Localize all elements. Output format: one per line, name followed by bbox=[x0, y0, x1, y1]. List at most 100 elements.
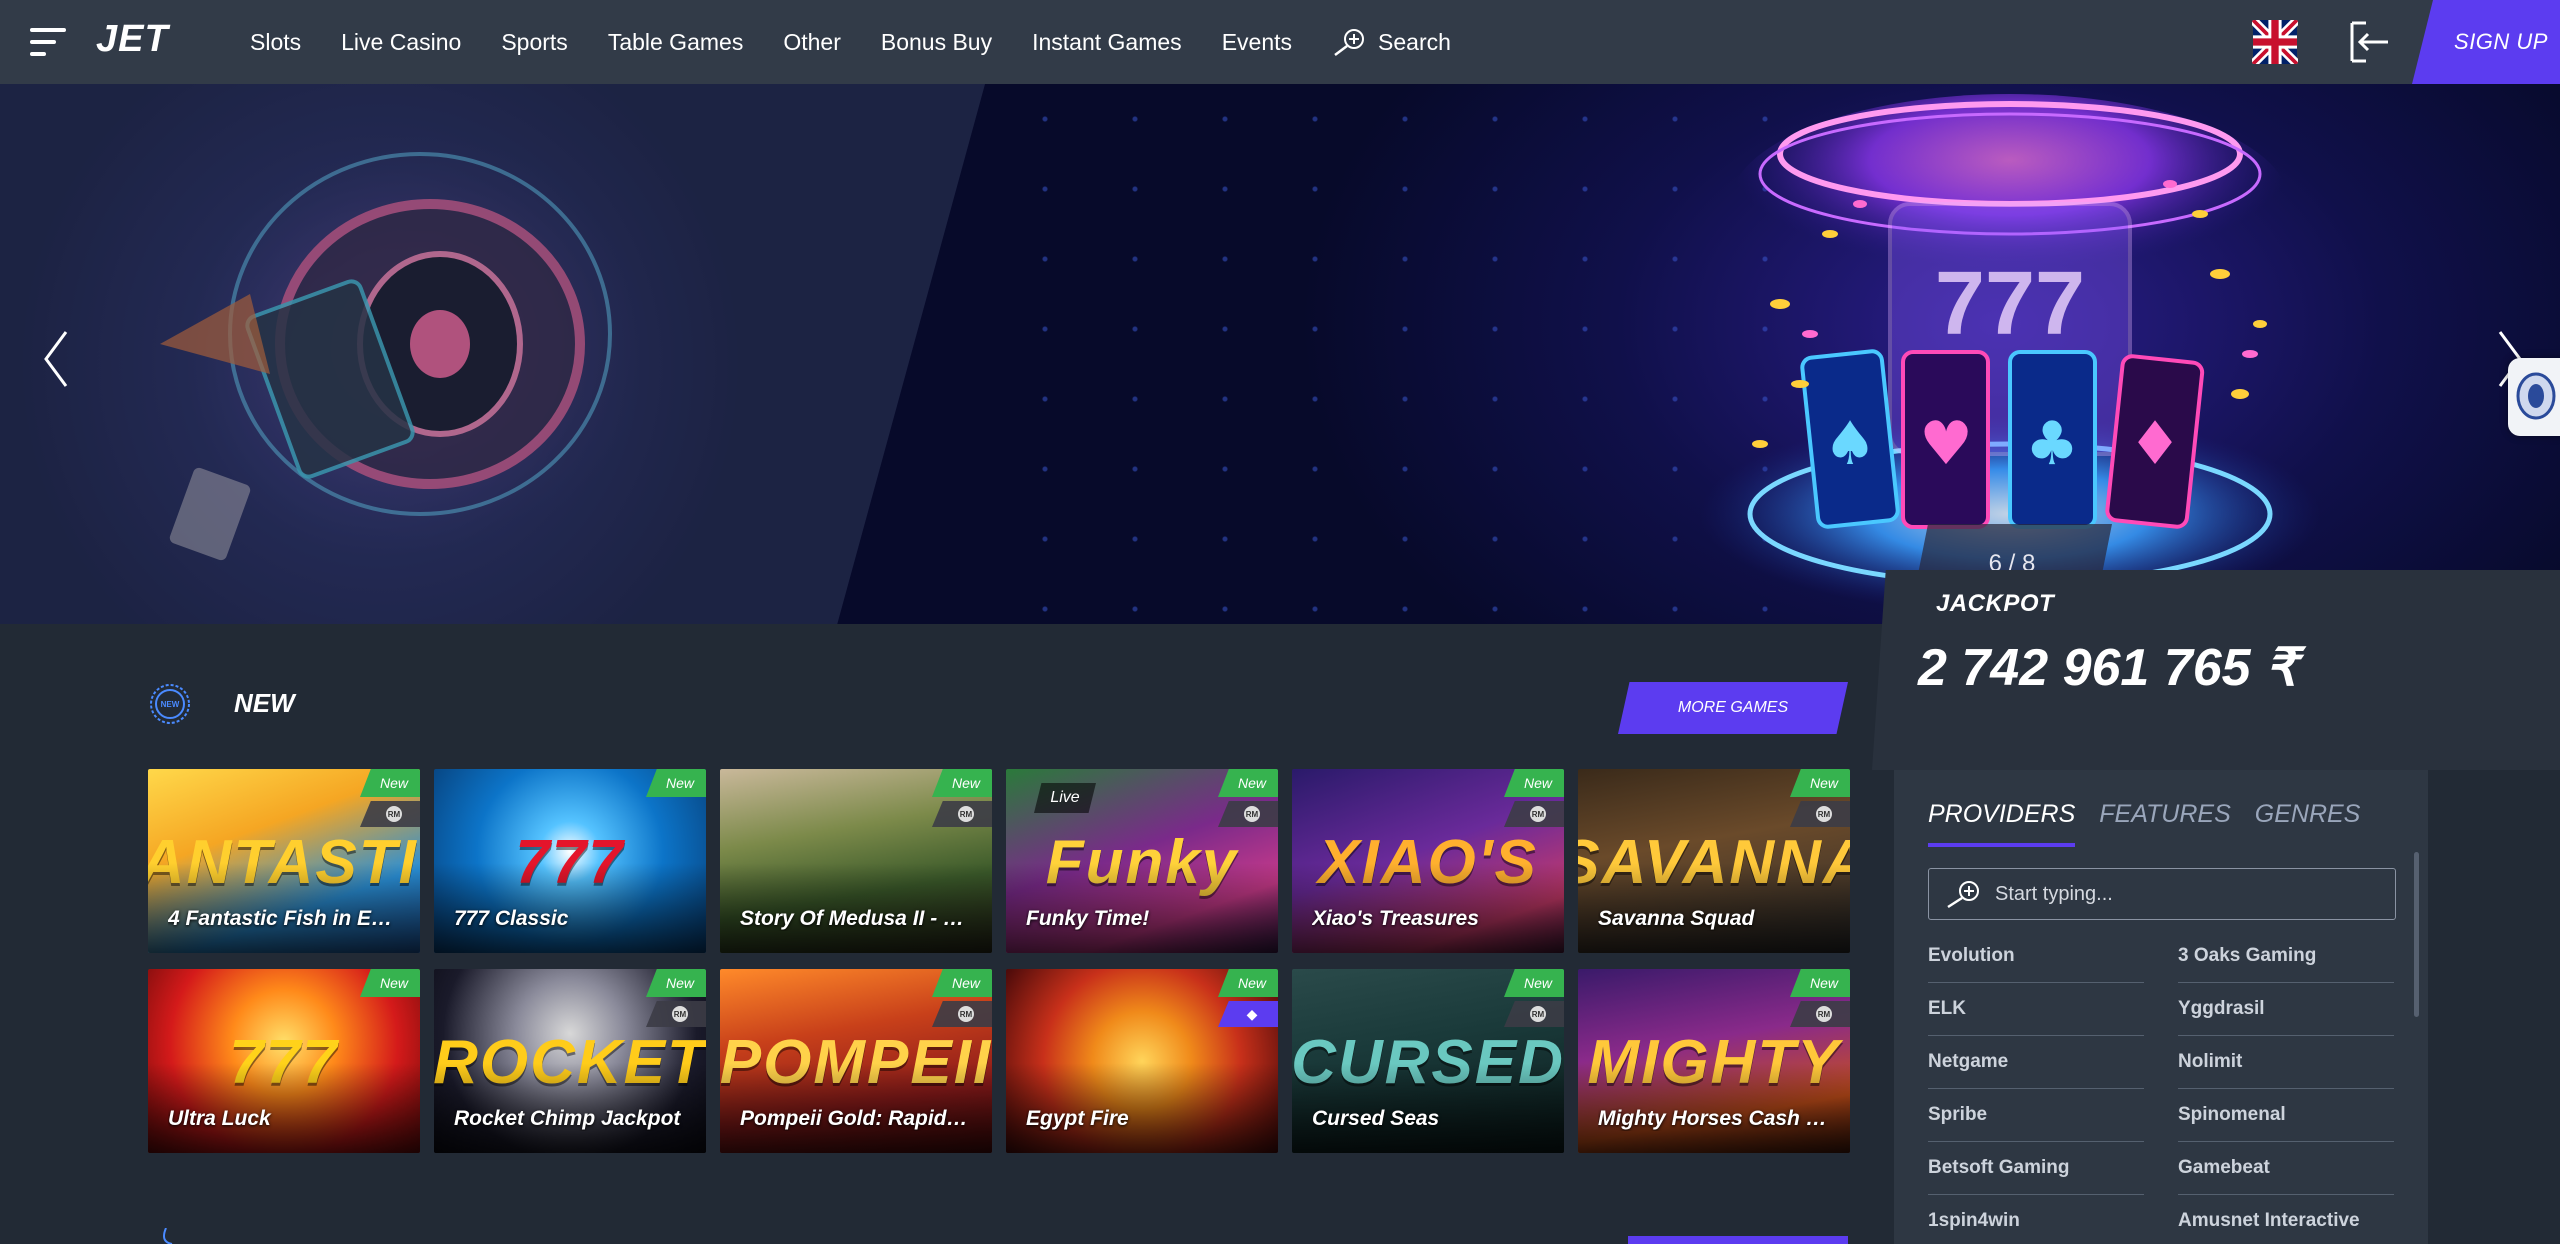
provider-item[interactable]: 3 Oaks Gaming bbox=[2178, 930, 2394, 983]
new-badge: New bbox=[360, 969, 420, 997]
provider-search-input[interactable] bbox=[1995, 882, 2375, 906]
game-title: Mighty Horses Cash C… bbox=[1598, 1107, 1828, 1130]
game-title: Ultra Luck bbox=[168, 1107, 271, 1130]
provider-item[interactable]: Betsoft Gaming bbox=[1928, 1142, 2144, 1195]
diamond-icon: ◆ bbox=[1218, 1001, 1278, 1027]
support-icon bbox=[2516, 372, 2556, 420]
game-card[interactable]: 777Ultra LuckNew bbox=[148, 969, 420, 1153]
nav-search[interactable]: Search bbox=[1332, 27, 1451, 57]
game-title: Funky Time! bbox=[1026, 907, 1150, 930]
new-badge: New bbox=[1218, 969, 1278, 997]
real-money-icon: RM bbox=[932, 801, 992, 827]
game-card[interactable]: CURSEDCursed SeasNewRM bbox=[1292, 969, 1564, 1153]
svg-text:777: 777 bbox=[1935, 254, 2085, 354]
tab-genres[interactable]: GENRES bbox=[2255, 800, 2361, 847]
nav-bonus-buy[interactable]: Bonus Buy bbox=[881, 29, 992, 56]
search-label: Search bbox=[1378, 28, 1451, 55]
provider-item[interactable]: Evolution bbox=[1928, 930, 2144, 983]
provider-item[interactable]: Gamebeat bbox=[2178, 1142, 2394, 1195]
game-card[interactable]: FunkyFunky Time!NewRMLive bbox=[1006, 769, 1278, 953]
nav-instant-games[interactable]: Instant Games bbox=[1032, 29, 1182, 56]
side-widget[interactable] bbox=[2508, 358, 2560, 436]
real-money-icon: RM bbox=[1790, 1001, 1850, 1027]
hero-left-overlay bbox=[0, 84, 985, 624]
next-section-more-button[interactable] bbox=[1628, 1236, 1848, 1244]
new-badge-text: NEW bbox=[161, 700, 180, 709]
game-card[interactable]: Egypt Fire New ◆ bbox=[1006, 969, 1278, 1153]
main-nav: Slots Live Casino Sports Table Games Oth… bbox=[250, 0, 1451, 84]
filter-panel: PROVIDERS FEATURES GENRES Evolution 3 Oak… bbox=[1894, 770, 2428, 1244]
game-card[interactable]: XIAO'SXiao's TreasuresNewRM bbox=[1292, 769, 1564, 953]
signup-button[interactable]: SIGN UP bbox=[2412, 0, 2560, 84]
game-title: 777 Classic bbox=[454, 907, 569, 930]
game-card[interactable]: 777777 ClassicNew bbox=[434, 769, 706, 953]
new-badge: New bbox=[1218, 769, 1278, 797]
menu-icon[interactable] bbox=[30, 26, 70, 58]
new-badge: New bbox=[646, 969, 706, 997]
game-card[interactable]: SAVANNASavanna SquadNewRM bbox=[1578, 769, 1850, 953]
logo[interactable]: JET bbox=[96, 18, 169, 61]
svg-text:♦: ♦ bbox=[2128, 409, 2182, 479]
top-header: JET Slots Live Casino Sports Table Games… bbox=[0, 0, 2560, 84]
provider-item[interactable]: Nolimit bbox=[2178, 1036, 2394, 1089]
provider-search-field[interactable] bbox=[1928, 868, 2396, 920]
filter-tabs: PROVIDERS FEATURES GENRES bbox=[1928, 800, 2384, 847]
game-title: Egypt Fire bbox=[1026, 1107, 1129, 1130]
jackpot-panel: JACKPOT 2 742 961 765 ₹ bbox=[1872, 570, 2560, 770]
provider-item[interactable]: Netgame bbox=[1928, 1036, 2144, 1089]
provider-item[interactable]: Spribe bbox=[1928, 1089, 2144, 1142]
chevron-left-icon[interactable] bbox=[36, 324, 76, 394]
real-money-icon: RM bbox=[360, 801, 420, 827]
real-money-icon: RM bbox=[1790, 801, 1850, 827]
hero-banner[interactable]: 777 ♠ ♥ ♣ ♦ 6 / 8 bbox=[0, 84, 2560, 624]
new-badge: New bbox=[1790, 969, 1850, 997]
game-title: Rocket Chimp Jackpot bbox=[454, 1107, 681, 1130]
new-badge: New bbox=[646, 769, 706, 797]
svg-text:♥: ♥ bbox=[1919, 409, 1973, 479]
tab-features[interactable]: FEATURES bbox=[2099, 800, 2231, 847]
provider-item[interactable]: Spinomenal bbox=[2178, 1089, 2394, 1142]
nav-slots[interactable]: Slots bbox=[250, 29, 301, 56]
provider-item[interactable]: ELK bbox=[1928, 983, 2144, 1036]
next-section-icon bbox=[163, 1228, 173, 1244]
new-badge: New bbox=[1790, 769, 1850, 797]
section-title: NEW bbox=[234, 688, 295, 718]
svg-text:♣: ♣ bbox=[2025, 409, 2079, 479]
filter-scrollbar[interactable] bbox=[2414, 852, 2419, 1017]
game-card[interactable]: ROCKETRocket Chimp JackpotNewRM bbox=[434, 969, 706, 1153]
provider-item[interactable]: Yggdrasil bbox=[2178, 983, 2394, 1036]
search-icon bbox=[1947, 881, 1979, 909]
game-card[interactable]: FANTASTIC4 Fantastic Fish in Eg…NewRM bbox=[148, 769, 420, 953]
nav-table-games[interactable]: Table Games bbox=[608, 29, 744, 56]
game-card[interactable]: MIGHTYMighty Horses Cash C…NewRM bbox=[1578, 969, 1850, 1153]
provider-item[interactable]: Amusnet Interactive bbox=[2178, 1195, 2394, 1244]
provider-list: Evolution 3 Oaks Gaming ELK Yggdrasil Netgam… bbox=[1928, 930, 2396, 1244]
nav-live-casino[interactable]: Live Casino bbox=[341, 29, 461, 56]
svg-text:♠: ♠ bbox=[1823, 409, 1877, 479]
nav-sports[interactable]: Sports bbox=[501, 29, 567, 56]
real-money-icon: RM bbox=[646, 1001, 706, 1027]
game-card[interactable]: Story Of Medusa II - T… New RM bbox=[720, 769, 992, 953]
live-badge: Live bbox=[1034, 783, 1096, 813]
new-badge: New bbox=[1504, 969, 1564, 997]
game-card[interactable]: POMPEIIPompeii Gold: Rapid …NewRM bbox=[720, 969, 992, 1153]
new-badge: New bbox=[932, 969, 992, 997]
game-grid: FANTASTIC4 Fantastic Fish in Eg…NewRM 777… bbox=[148, 769, 1854, 1153]
jackpot-value: 2 742 961 765 ₹ bbox=[1918, 639, 2299, 697]
game-title: Story Of Medusa II - T… bbox=[740, 907, 970, 930]
more-games-button[interactable]: MORE GAMES bbox=[1618, 682, 1848, 734]
real-money-icon: RM bbox=[1504, 1001, 1564, 1027]
new-badge-icon: NEW bbox=[150, 684, 190, 724]
real-money-icon: RM bbox=[932, 1001, 992, 1027]
game-title: 4 Fantastic Fish in Eg… bbox=[168, 907, 398, 930]
tab-providers[interactable]: PROVIDERS bbox=[1928, 800, 2076, 847]
jackpot-title: JACKPOT bbox=[1936, 590, 2055, 617]
uk-flag-icon[interactable] bbox=[2252, 20, 2298, 64]
login-icon[interactable] bbox=[2346, 19, 2392, 65]
provider-item[interactable]: 1spin4win bbox=[1928, 1195, 2144, 1244]
game-title: Cursed Seas bbox=[1312, 1107, 1440, 1130]
nav-events[interactable]: Events bbox=[1222, 29, 1292, 56]
game-title: Pompeii Gold: Rapid … bbox=[740, 1107, 970, 1130]
new-badge: New bbox=[1504, 769, 1564, 797]
nav-other[interactable]: Other bbox=[783, 29, 841, 56]
